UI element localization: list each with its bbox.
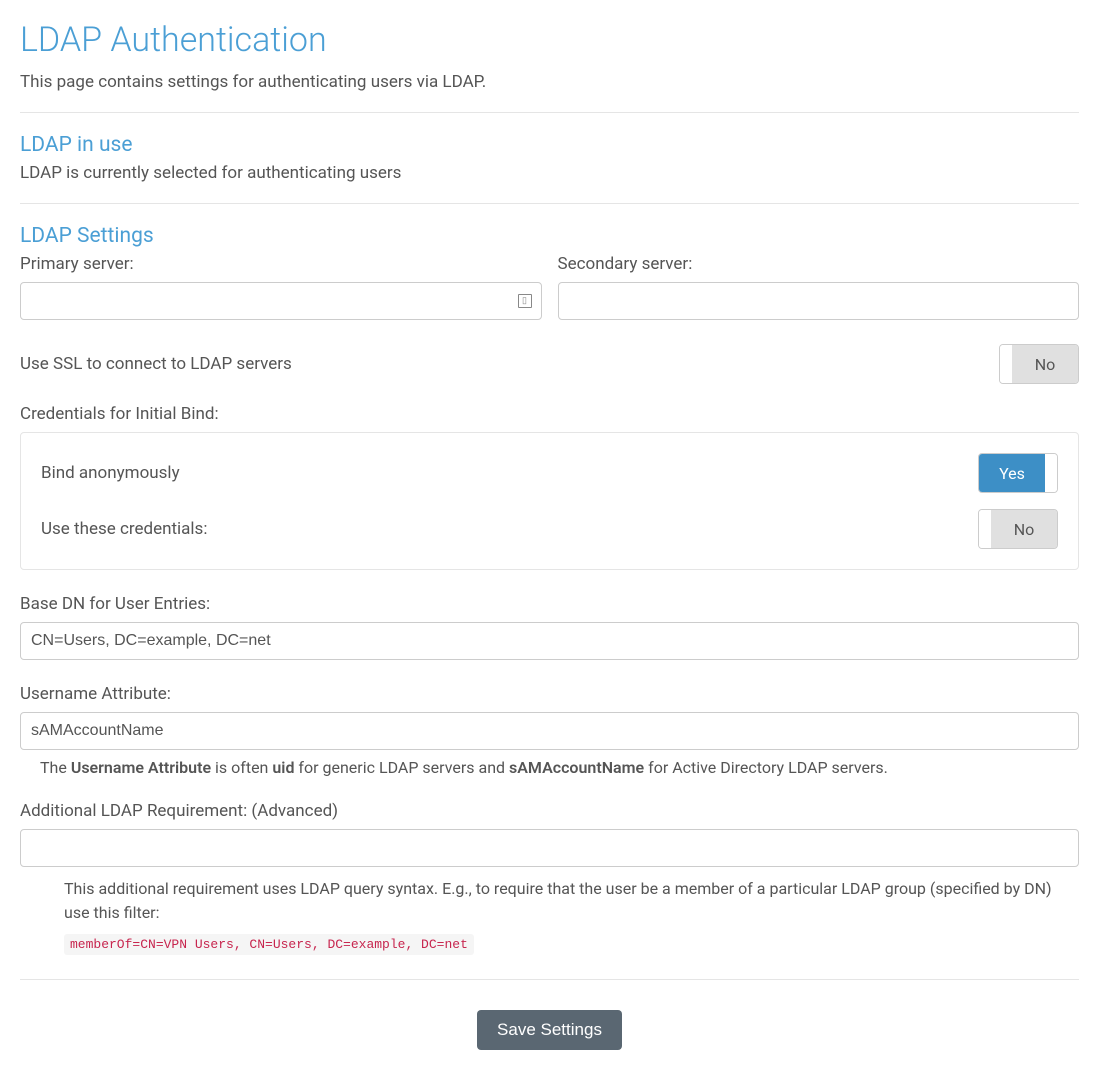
- username-attr-label: Username Attribute:: [20, 684, 1079, 704]
- divider: [20, 979, 1079, 980]
- inuse-desc: LDAP is currently selected for authentic…: [20, 163, 1079, 183]
- additional-req-label: Additional LDAP Requirement: (Advanced): [20, 801, 1079, 821]
- additional-req-help: This additional requirement uses LDAP qu…: [64, 877, 1079, 925]
- secondary-server-input[interactable]: [558, 282, 1080, 320]
- ssl-toggle[interactable]: No: [999, 344, 1079, 384]
- use-creds-toggle[interactable]: No: [978, 509, 1058, 549]
- basedn-label: Base DN for User Entries:: [20, 594, 1079, 614]
- bind-anon-toggle[interactable]: Yes: [978, 453, 1058, 493]
- ssl-label: Use SSL to connect to LDAP servers: [20, 354, 292, 374]
- basedn-input[interactable]: [20, 622, 1079, 660]
- credentials-panel: Bind anonymously Yes Use these credentia…: [20, 432, 1079, 570]
- credentials-label: Credentials for Initial Bind:: [20, 404, 1079, 424]
- page-subtitle: This page contains settings for authenti…: [20, 72, 1079, 92]
- ssl-toggle-value: No: [1012, 345, 1078, 383]
- settings-heading: LDAP Settings: [20, 224, 1079, 248]
- username-attr-input[interactable]: [20, 712, 1079, 750]
- secondary-server-label: Secondary server:: [558, 254, 1080, 274]
- username-attr-help: The Username Attribute is often uid for …: [20, 758, 1079, 777]
- bind-anon-toggle-value: Yes: [979, 454, 1045, 492]
- use-creds-label: Use these credentials:: [41, 519, 207, 539]
- primary-server-label: Primary server:: [20, 254, 542, 274]
- additional-req-code: memberOf=CN=VPN Users, CN=Users, DC=exam…: [64, 934, 474, 955]
- bind-anon-label: Bind anonymously: [41, 463, 180, 483]
- additional-req-input[interactable]: [20, 829, 1079, 867]
- use-creds-toggle-value: No: [991, 510, 1057, 548]
- page-title: LDAP Authentication: [20, 20, 1079, 60]
- save-button[interactable]: Save Settings: [477, 1010, 622, 1050]
- inuse-heading: LDAP in use: [20, 133, 1079, 157]
- primary-server-input[interactable]: [20, 282, 542, 320]
- divider: [20, 112, 1079, 113]
- divider: [20, 203, 1079, 204]
